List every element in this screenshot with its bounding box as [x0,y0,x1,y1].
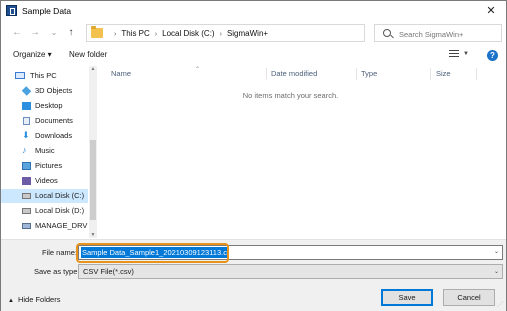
sidebar-item-downloads[interactable]: ⬇ Downloads [1,129,88,143]
save-as-type-label: Save as type: [34,267,80,276]
new-folder-button[interactable]: New folder [69,50,107,59]
column-header-label: Name [111,69,132,78]
navigation-pane: This PC 3D Objects Desktop Documents ⬇ D… [1,66,98,238]
drive-icon [22,193,31,199]
save-button[interactable]: Save [381,289,433,306]
empty-folder-message: No items match your search. [242,91,339,100]
address-bar[interactable]: ›This PC›Local Disk (C:)›SigmaWin+ ⌄ ⟳ [86,24,444,42]
back-arrow-icon[interactable]: ← [10,26,24,40]
breadcrumb-separator-icon: › [114,31,117,38]
scroll-down-icon[interactable]: ▼ [89,232,97,238]
file-name-dropdown-chevron-icon[interactable]: ⌄ [494,248,499,255]
breadcrumb-separator-icon: › [219,31,222,38]
search-input[interactable] [399,28,499,40]
save-as-type-chevron-icon[interactable]: ⌄ [494,268,499,275]
sort-ascending-icon: ⌃ [195,67,201,73]
network-drive-icon [22,223,31,229]
column-header-size[interactable]: Size [436,69,451,78]
app-icon [6,5,17,16]
search-icon [383,29,391,37]
column-header-name[interactable]: Name ⌃ [111,67,261,78]
sidebar-item-desktop[interactable]: Desktop [1,99,88,113]
desktop-icon [22,102,31,110]
column-divider[interactable] [476,68,477,80]
sidebar-item-label: Documents [35,116,73,125]
column-header-type[interactable]: Type [361,69,377,78]
save-form: File name: ⌄ Save as type: CSV File(*.cs… [1,239,506,311]
sidebar-item-local-disk-c[interactable]: Local Disk (C:) [1,189,88,203]
downloads-icon: ⬇ [22,130,30,140]
up-arrow-icon[interactable]: ↑ [64,26,78,40]
save-dialog: Sample Data ✕ ← → ⌄ ↑ › This PC › Local Dis… [0,0,507,311]
column-header-date-modified[interactable]: Date modified [271,69,317,78]
sidebar-item-label: 3D Objects [35,86,73,95]
breadcrumb-separator-icon: › [154,31,158,38]
save-as-type-select[interactable]: CSV File(*.csv) ⌄ [78,264,503,279]
sidebar-item-manage-drv[interactable]: MANAGE_DRV (\ [1,219,88,233]
cube-icon [21,86,32,96]
breadcrumb-this-pc[interactable]: This PC [121,29,149,38]
file-list-scroll-area [482,66,505,238]
documents-icon [23,117,30,125]
sidebar-item-label: Local Disk (C:) [35,191,85,200]
sidebar-item-local-disk-d[interactable]: Local Disk (D:) [1,204,88,218]
music-icon: ♪ [22,145,27,155]
window-title: Sample Data [22,6,72,16]
recent-locations-chevron-icon[interactable]: ⌄ [47,26,61,40]
sidebar-item-music[interactable]: ♪ Music [1,144,88,158]
sidebar-item-label: Downloads [35,131,73,140]
sidebar-item-documents[interactable]: Documents [1,114,88,128]
folder-icon [91,26,103,38]
hide-folders-label: Hide Folders [17,295,61,304]
pictures-icon [22,162,31,170]
view-options-chevron-icon[interactable]: ▼ [463,51,469,57]
breadcrumb: › This PC › Local Disk (C:) › SigmaWin+ [109,29,268,38]
column-divider[interactable] [356,68,357,80]
sidebar-item-label: This PC [30,71,57,80]
organize-menu-button[interactable]: Organize ▾ [13,50,52,59]
resize-grip-icon[interactable]: ⋰ [497,301,503,308]
column-divider[interactable] [430,68,431,80]
sidebar-item-label: Pictures [35,161,63,170]
drive-icon [22,208,31,214]
file-name-highlight-outline [76,243,229,263]
sidebar-item-3d-objects[interactable]: 3D Objects [1,84,88,98]
sidebar-item-label: Videos [35,176,58,185]
view-options-icon[interactable] [449,50,459,59]
sidebar-item-this-pc[interactable]: This PC [1,69,88,83]
sidebar-item-label: Local Disk (D:) [35,206,85,215]
help-icon[interactable]: ? [487,50,498,61]
save-as-type-value: CSV File(*.csv) [83,267,134,276]
sidebar-scrollbar[interactable]: ▲ ▼ [89,66,97,238]
sidebar-item-label: Desktop [35,101,63,110]
column-divider[interactable] [266,68,267,80]
file-list: Name ⌃ Date modified Type Size No items … [99,66,482,238]
sidebar-item-label: MANAGE_DRV (\ [35,221,88,230]
collapse-caret-icon: ▲ [8,298,14,304]
cancel-button[interactable]: Cancel [443,289,495,306]
breadcrumb-sigmawin[interactable]: SigmaWin+ [227,29,268,38]
sidebar-item-label: Music [35,146,55,155]
sidebar-scroll-thumb[interactable] [90,140,96,220]
breadcrumb-local-disk-c[interactable]: Local Disk (C:) [162,29,214,38]
scroll-up-icon[interactable]: ▲ [89,66,97,72]
close-button[interactable]: ✕ [476,1,506,21]
command-bar: Organize ▾ New folder ▼ ? [1,46,506,64]
sidebar-item-videos[interactable]: Videos [1,174,88,188]
videos-icon [22,177,31,185]
search-box[interactable] [374,24,502,42]
file-name-label: File name: [42,248,78,257]
title-bar: Sample Data ✕ [1,1,506,21]
hide-folders-button[interactable]: ▲ Hide Folders [8,295,60,304]
forward-arrow-icon[interactable]: → [28,26,42,40]
sidebar-item-pictures[interactable]: Pictures [1,159,88,173]
pc-icon [15,72,25,79]
